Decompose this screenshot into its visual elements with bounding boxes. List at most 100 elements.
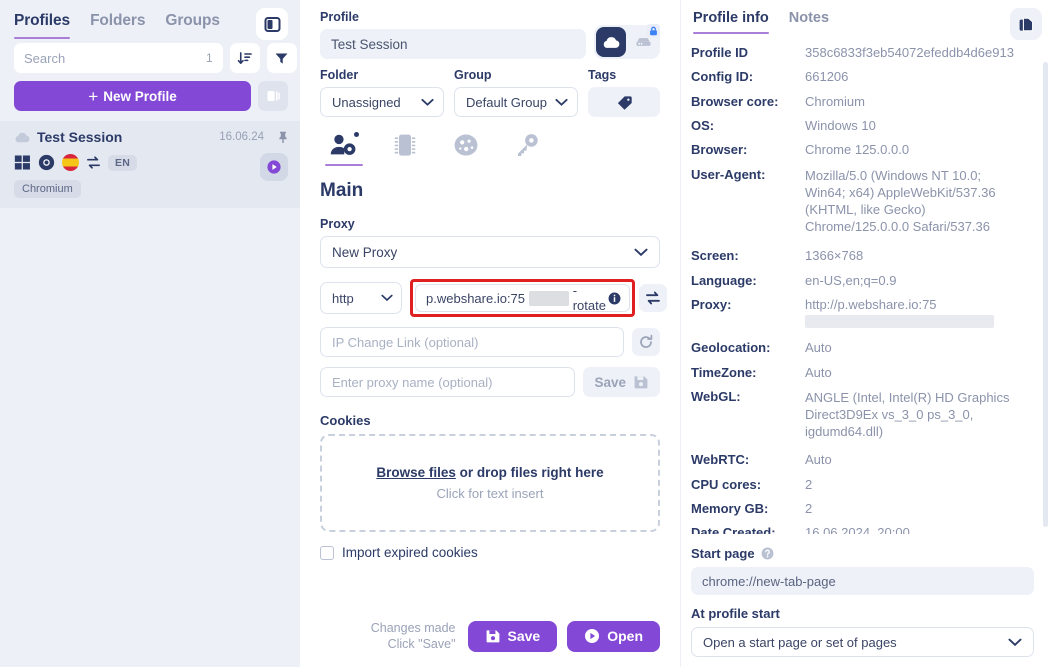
cookies-dropzone[interactable]: Browse files or drop files right here Cl… [320, 434, 660, 532]
proxy-host-prefix: p.webshare.io:75 [426, 290, 526, 306]
info-key: WebGL: [691, 388, 741, 404]
folder-value: Unassigned [332, 94, 401, 110]
ip-change-refresh-button[interactable] [632, 328, 660, 356]
cookie-icon [454, 134, 478, 156]
changes-made-note: Changes made Click "Save" [371, 620, 456, 653]
profile-language-chip: EN [108, 154, 138, 171]
storage-local-option[interactable] [628, 24, 660, 57]
lock-icon [650, 26, 657, 35]
key-icon [518, 134, 538, 156]
cloud-icon [603, 36, 620, 48]
sort-button[interactable] [229, 43, 260, 73]
proxy-name-row: Save [320, 367, 660, 397]
copy-profile-info-button[interactable] [1010, 8, 1042, 40]
cloud-icon [15, 132, 30, 142]
view-mode-button[interactable] [258, 81, 288, 111]
folder-group-tags-row: Folder Unassigned Group Default Group Ta… [320, 68, 660, 117]
search-input[interactable] [24, 50, 200, 66]
tab-profile-info[interactable]: Profile info [693, 10, 769, 34]
search-box[interactable]: 1 [14, 43, 223, 73]
profile-list: Test Session 16.06.24 EN Chromium [0, 121, 300, 667]
info-value: ANGLE (Intel, Intel(R) HD Graphics Direc… [805, 389, 1010, 440]
browse-files-link[interactable]: Browse files [376, 465, 456, 480]
import-expired-cookies-label: Import expired cookies [342, 545, 478, 560]
new-profile-button[interactable]: + New Profile [14, 81, 251, 111]
proxy-name-input[interactable] [320, 367, 576, 397]
import-expired-cookies-row[interactable]: Import expired cookies [320, 545, 660, 560]
flag-spain-icon [62, 154, 79, 171]
profile-list-item[interactable]: Test Session 16.06.24 EN Chromium [0, 121, 300, 208]
info-row: Language: en-US,en;q=0.9 [691, 273, 1020, 288]
proxy-preset-select[interactable]: New Proxy [320, 236, 660, 268]
sidebar-search-row: 1 [0, 39, 300, 73]
columns-view-icon [267, 91, 280, 101]
info-value: Chrome 125.0.0.0 [805, 142, 910, 158]
info-key: WebRTC: [691, 452, 750, 468]
panel-layout-toggle-button[interactable] [256, 8, 288, 40]
tags-button[interactable] [588, 87, 660, 117]
sidebar-tab-groups[interactable]: Groups [165, 12, 220, 39]
chevron-down-icon [381, 294, 393, 302]
info-row: Browser core: Chromium [691, 94, 1020, 109]
profile-launch-button[interactable] [260, 153, 288, 181]
proxy-protocol-select[interactable]: http [320, 282, 402, 314]
app-root: Profiles Folders Groups 1 [0, 0, 1056, 667]
profile-card-date: 16.06.24 [219, 131, 264, 143]
storage-cloud-option[interactable] [596, 27, 626, 57]
profile-info-scrollbar[interactable] [1043, 62, 1048, 527]
save-button[interactable]: Save [467, 620, 558, 652]
tab-cookies[interactable] [447, 133, 485, 166]
changes-made-line1: Changes made [370, 620, 456, 635]
import-expired-cookies-checkbox[interactable] [320, 545, 334, 560]
question-circle-icon [761, 547, 774, 560]
dropzone-primary-text: Browse files or drop files right here [376, 465, 603, 480]
sidebar-tab-profiles[interactable]: Profiles [14, 12, 70, 39]
info-value: 2 [805, 476, 813, 492]
info-value: Mozilla/5.0 (Windows NT 10.0; Win64; x64… [805, 167, 996, 235]
filter-button[interactable] [266, 43, 297, 73]
proxy-info-button[interactable] [608, 292, 621, 305]
info-value: 661206 [805, 69, 849, 85]
sidebar-tab-folders[interactable]: Folders [90, 12, 145, 39]
info-key: Screen: [691, 248, 739, 264]
proxy-swap-button[interactable] [639, 284, 668, 312]
server-icon [635, 38, 651, 46]
proxy-host-input[interactable]: p.webshare.io:75 -rotate [415, 283, 631, 313]
profile-editor-panel: Profile Test Session Folder Unassigned G… [300, 0, 680, 667]
tab-main-settings[interactable] [325, 132, 363, 166]
profile-name-input[interactable] [320, 29, 586, 59]
proxy-host-suffix: -rotate [572, 283, 606, 313]
info-value: http://p.webshare.io:75 [805, 296, 937, 312]
info-value: Auto [805, 340, 832, 356]
info-key: Proxy: [691, 296, 732, 312]
tab-hardware[interactable] [386, 133, 424, 166]
group-label: Group [454, 68, 492, 82]
open-button[interactable]: Open [567, 620, 660, 652]
sort-descending-icon [237, 51, 253, 64]
group-select[interactable]: Default Group [454, 87, 578, 117]
save-proxy-button[interactable]: Save [583, 367, 660, 397]
info-row: Config ID: 661206 [691, 69, 1020, 84]
profile-info-list: Profile ID 358c6833f3eb54072efeddb4d6e91… [691, 45, 1034, 541]
proxy-preset-value: New Proxy [332, 244, 398, 260]
chevron-down-icon [421, 98, 434, 107]
ip-change-link-input[interactable] [320, 327, 624, 357]
floppy-save-icon [486, 630, 499, 643]
info-value: 2 [805, 501, 813, 517]
windows-icon [14, 155, 30, 170]
info-key: Geolocation: [691, 340, 771, 356]
pin-icon[interactable] [278, 131, 288, 143]
folder-field: Folder Unassigned [320, 68, 444, 117]
tab-passwords[interactable] [508, 133, 546, 166]
start-page-label-row: Start page [691, 546, 1034, 561]
folder-label: Folder [320, 68, 359, 82]
at-profile-start-select[interactable]: Open a start page or set of pages [691, 627, 1034, 657]
help-icon[interactable] [761, 547, 774, 560]
tab-notes[interactable]: Notes [789, 10, 829, 34]
proxy-host-highlight-box: p.webshare.io:75 -rotate [410, 279, 636, 317]
start-page-label: Start page [691, 546, 755, 561]
dropzone-secondary-text: Click for text insert [436, 486, 544, 501]
start-page-input[interactable]: chrome://new-tab-page [691, 567, 1034, 595]
info-row: Memory GB: 2 [691, 501, 1020, 516]
folder-select[interactable]: Unassigned [320, 87, 444, 117]
